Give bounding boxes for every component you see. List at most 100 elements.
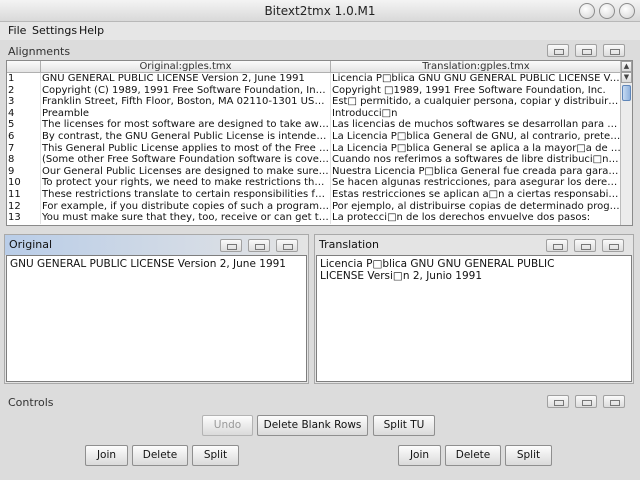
- alignments-maximize-icon[interactable]: [603, 44, 625, 57]
- scroll-down-icon[interactable]: ▼: [621, 72, 632, 83]
- table-vertical-scrollbar[interactable]: ▲ ▼: [620, 61, 632, 225]
- alignments-restore-icon[interactable]: [575, 44, 597, 57]
- translation-restore-icon[interactable]: [574, 239, 596, 252]
- row-original-cell[interactable]: The licenses for most software are desig…: [41, 119, 331, 131]
- original-pane: Original GNU GENERAL PUBLIC LICENSE Vers…: [4, 234, 309, 384]
- controls-maximize-icon[interactable]: [603, 395, 625, 408]
- translation-split-button[interactable]: Split: [505, 445, 552, 466]
- controls-restore-icon[interactable]: [575, 395, 597, 408]
- controls-minimize-icon[interactable]: [547, 395, 569, 408]
- translation-maximize-icon[interactable]: [602, 239, 624, 252]
- table-row[interactable]: 1 GNU GENERAL PUBLIC LICENSE Version 2, J…: [7, 73, 622, 85]
- table-row[interactable]: 2 Copyright (C) 1989, 1991 Free Software …: [7, 84, 622, 97]
- original-minimize-icon[interactable]: [220, 239, 242, 252]
- row-translation-cell[interactable]: La Licencia P□blica General de GNU, al c…: [331, 130, 622, 143]
- original-maximize-icon[interactable]: [276, 239, 298, 252]
- maximize-window-button[interactable]: [599, 3, 615, 19]
- row-index-cell[interactable]: 6: [7, 130, 41, 143]
- row-index-cell[interactable]: 2: [7, 84, 41, 97]
- row-translation-cell[interactable]: Est□ permitido, a cualquier persona, cop…: [331, 96, 622, 108]
- row-translation-cell[interactable]: Nuestra Licencia P□blica General fue cre…: [331, 165, 622, 178]
- original-join-button[interactable]: Join: [85, 445, 128, 466]
- row-translation-cell[interactable]: Las licencias de muchos softwares se des…: [331, 119, 622, 131]
- row-original-cell[interactable]: These restrictions translate to certain …: [41, 188, 331, 201]
- row-original-cell[interactable]: (Some other Free Software Foundation sof…: [41, 154, 331, 166]
- row-translation-cell[interactable]: Se hacen algunas restricciones, para ase…: [331, 177, 622, 189]
- table-row[interactable]: 3 Franklin Street, Fifth Floor, Boston, M…: [7, 96, 622, 108]
- row-index-cell[interactable]: 3: [7, 96, 41, 108]
- row-index-cell[interactable]: 4: [7, 107, 41, 120]
- row-original-cell[interactable]: You must make sure that they, too, recei…: [41, 212, 331, 224]
- table-row[interactable]: 7 This General Public License applies to …: [7, 142, 622, 155]
- translation-pane: Translation Licencia P□blica GNU GNU GEN…: [314, 234, 634, 384]
- original-restore-icon[interactable]: [248, 239, 270, 252]
- controls-panel-header: Controls: [4, 393, 636, 411]
- row-original-cell[interactable]: Franklin Street, Fifth Floor, Boston, MA…: [41, 96, 331, 108]
- row-translation-cell[interactable]: La protecci□n de los derechos envuelve d…: [331, 212, 622, 224]
- original-delete-button[interactable]: Delete: [132, 445, 188, 466]
- row-translation-cell[interactable]: Copyright □1989, 1991 Free Software Foun…: [331, 84, 622, 97]
- original-text-area[interactable]: GNU GENERAL PUBLIC LICENSE Version 2, Ju…: [6, 255, 307, 382]
- row-translation-cell[interactable]: La Licencia P□blica General se aplica a …: [331, 142, 622, 155]
- menu-help[interactable]: Help: [79, 24, 104, 37]
- row-translation-cell[interactable]: Por ejemplo, al distribuirse copias de d…: [331, 200, 622, 213]
- row-original-cell[interactable]: Copyright (C) 1989, 1991 Free Software F…: [41, 84, 331, 97]
- table-row[interactable]: 11 These restrictions translate to certai…: [7, 188, 622, 201]
- row-original-cell[interactable]: GNU GENERAL PUBLIC LICENSE Version 2, Ju…: [41, 73, 331, 85]
- menu-bar: File Settings Help: [0, 22, 640, 40]
- table-body: 1 GNU GENERAL PUBLIC LICENSE Version 2, J…: [7, 73, 622, 224]
- row-index-cell[interactable]: 12: [7, 200, 41, 213]
- table-row[interactable]: 12 For example, if you distribute copies …: [7, 200, 622, 213]
- table-header: Original:gples.tmx Translation:gples.tmx: [7, 61, 622, 73]
- row-original-cell[interactable]: To protect your rights, we need to make …: [41, 177, 331, 189]
- row-index-cell[interactable]: 7: [7, 142, 41, 155]
- row-translation-cell[interactable]: Introducci□n: [331, 107, 622, 120]
- menu-settings[interactable]: Settings: [32, 24, 77, 37]
- alignments-minimize-icon[interactable]: [547, 44, 569, 57]
- table-row[interactable]: 6 By contrast, the GNU General Public Lic…: [7, 130, 622, 143]
- table-row[interactable]: 9 Our General Public Licenses are designe…: [7, 165, 622, 178]
- row-index-cell[interactable]: 13: [7, 212, 41, 224]
- row-translation-cell[interactable]: Estas restricciones se aplican a□n a cie…: [331, 188, 622, 201]
- row-original-cell[interactable]: Preamble: [41, 107, 331, 120]
- row-translation-cell[interactable]: Cuando nos referimos a softwares de libr…: [331, 154, 622, 166]
- row-original-cell[interactable]: This General Public License applies to m…: [41, 142, 331, 155]
- split-tu-button[interactable]: Split TU: [373, 415, 435, 436]
- scroll-up-icon[interactable]: ▲: [621, 61, 632, 72]
- translation-delete-button[interactable]: Delete: [445, 445, 501, 466]
- delete-blank-rows-button[interactable]: Delete Blank Rows: [257, 415, 368, 436]
- translation-text-area[interactable]: Licencia P□blica GNU GNU GENERAL PUBLIC …: [316, 255, 632, 382]
- scroll-thumb[interactable]: [622, 85, 631, 101]
- menu-file[interactable]: File: [8, 24, 26, 37]
- minimize-window-button[interactable]: [579, 3, 595, 19]
- table-row[interactable]: 5 The licenses for most software are desi…: [7, 119, 622, 131]
- row-index-cell[interactable]: 5: [7, 119, 41, 131]
- row-index-cell[interactable]: 10: [7, 177, 41, 189]
- row-index-cell[interactable]: 11: [7, 188, 41, 201]
- table-row[interactable]: 8 (Some other Free Software Foundation so…: [7, 154, 622, 166]
- row-index-cell[interactable]: 8: [7, 154, 41, 166]
- close-window-button[interactable]: [619, 3, 635, 19]
- row-original-cell[interactable]: For example, if you distribute copies of…: [41, 200, 331, 213]
- column-header-index[interactable]: [7, 61, 41, 72]
- undo-button[interactable]: Undo: [202, 415, 253, 436]
- translation-pane-title: Translation: [319, 238, 379, 251]
- column-header-translation[interactable]: Translation:gples.tmx: [331, 61, 622, 72]
- row-original-cell[interactable]: By contrast, the GNU General Public Lice…: [41, 130, 331, 143]
- table-row[interactable]: 10 To protect your rights, we need to mak…: [7, 177, 622, 189]
- row-original-cell[interactable]: Our General Public Licenses are designed…: [41, 165, 331, 178]
- alignments-table[interactable]: Original:gples.tmx Translation:gples.tmx…: [6, 60, 633, 226]
- translation-minimize-icon[interactable]: [546, 239, 568, 252]
- row-index-cell[interactable]: 1: [7, 73, 41, 85]
- original-split-button[interactable]: Split: [192, 445, 239, 466]
- translation-join-button[interactable]: Join: [398, 445, 441, 466]
- table-row[interactable]: 13 You must make sure that they, too, rec…: [7, 212, 622, 224]
- translation-pane-header: Translation: [315, 235, 633, 255]
- window-title: Bitext2tmx 1.0.M1: [264, 4, 376, 18]
- row-index-cell[interactable]: 9: [7, 165, 41, 178]
- table-row[interactable]: 4 Preamble Introducci□n: [7, 107, 622, 120]
- controls-title: Controls: [8, 396, 54, 409]
- title-bar: Bitext2tmx 1.0.M1: [0, 0, 640, 22]
- column-header-original[interactable]: Original:gples.tmx: [41, 61, 331, 72]
- row-translation-cell[interactable]: Licencia P□blica GNU GNU GENERAL PUBLIC …: [331, 73, 622, 85]
